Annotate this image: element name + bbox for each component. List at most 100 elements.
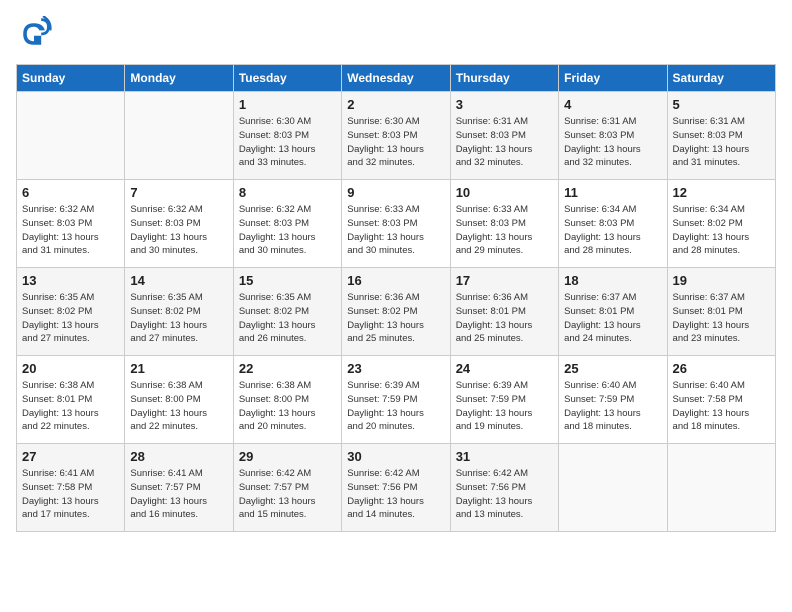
day-number: 22	[239, 361, 336, 376]
day-info: Sunrise: 6:38 AM Sunset: 8:00 PM Dayligh…	[130, 379, 227, 434]
day-info: Sunrise: 6:30 AM Sunset: 8:03 PM Dayligh…	[347, 115, 444, 170]
day-info: Sunrise: 6:40 AM Sunset: 7:58 PM Dayligh…	[673, 379, 770, 434]
day-number: 19	[673, 273, 770, 288]
calendar-cell: 21 Sunrise: 6:38 AM Sunset: 8:00 PM Dayli…	[125, 356, 233, 444]
day-number: 3	[456, 97, 553, 112]
calendar-cell: 20 Sunrise: 6:38 AM Sunset: 8:01 PM Dayli…	[17, 356, 125, 444]
calendar-cell: 23 Sunrise: 6:39 AM Sunset: 7:59 PM Dayli…	[342, 356, 450, 444]
day-number: 15	[239, 273, 336, 288]
day-info: Sunrise: 6:32 AM Sunset: 8:03 PM Dayligh…	[239, 203, 336, 258]
calendar-cell: 7 Sunrise: 6:32 AM Sunset: 8:03 PM Daylig…	[125, 180, 233, 268]
day-info: Sunrise: 6:39 AM Sunset: 7:59 PM Dayligh…	[347, 379, 444, 434]
day-number: 30	[347, 449, 444, 464]
weekday-header: Friday	[559, 65, 667, 92]
calendar-table: SundayMondayTuesdayWednesdayThursdayFrid…	[16, 64, 776, 532]
day-info: Sunrise: 6:36 AM Sunset: 8:02 PM Dayligh…	[347, 291, 444, 346]
calendar-cell: 4 Sunrise: 6:31 AM Sunset: 8:03 PM Daylig…	[559, 92, 667, 180]
calendar-cell: 11Sunrise: 6:34 AM Sunset: 8:03 PM Dayli…	[559, 180, 667, 268]
calendar-cell: 29 Sunrise: 6:42 AM Sunset: 7:57 PM Dayli…	[233, 444, 341, 532]
day-number: 20	[22, 361, 119, 376]
weekday-header: Sunday	[17, 65, 125, 92]
calendar-cell: 2 Sunrise: 6:30 AM Sunset: 8:03 PM Daylig…	[342, 92, 450, 180]
day-number: 13	[22, 273, 119, 288]
day-number: 29	[239, 449, 336, 464]
calendar-cell: 17 Sunrise: 6:36 AM Sunset: 8:01 PM Dayli…	[450, 268, 558, 356]
day-info: Sunrise: 6:38 AM Sunset: 8:00 PM Dayligh…	[239, 379, 336, 434]
day-info: Sunrise: 6:33 AM Sunset: 8:03 PM Dayligh…	[347, 203, 444, 258]
day-info: Sunrise: 6:42 AM Sunset: 7:56 PM Dayligh…	[347, 467, 444, 522]
calendar-cell: 13 Sunrise: 6:35 AM Sunset: 8:02 PM Dayli…	[17, 268, 125, 356]
day-number: 10	[456, 185, 553, 200]
calendar-cell: 27Sunrise: 6:41 AM Sunset: 7:58 PM Dayli…	[17, 444, 125, 532]
day-info: Sunrise: 6:31 AM Sunset: 8:03 PM Dayligh…	[564, 115, 661, 170]
day-number: 14	[130, 273, 227, 288]
day-info: Sunrise: 6:32 AM Sunset: 8:03 PM Dayligh…	[22, 203, 119, 258]
weekday-header: Tuesday	[233, 65, 341, 92]
calendar-week-row: 20 Sunrise: 6:38 AM Sunset: 8:01 PM Dayli…	[17, 356, 776, 444]
day-info: Sunrise: 6:32 AM Sunset: 8:03 PM Dayligh…	[130, 203, 227, 258]
day-number: 31	[456, 449, 553, 464]
day-number: 16	[347, 273, 444, 288]
day-info: Sunrise: 6:35 AM Sunset: 8:02 PM Dayligh…	[239, 291, 336, 346]
calendar-cell	[125, 92, 233, 180]
day-info: Sunrise: 6:36 AM Sunset: 8:01 PM Dayligh…	[456, 291, 553, 346]
calendar-week-row: 13 Sunrise: 6:35 AM Sunset: 8:02 PM Dayli…	[17, 268, 776, 356]
day-number: 23	[347, 361, 444, 376]
day-number: 7	[130, 185, 227, 200]
day-number: 24	[456, 361, 553, 376]
calendar-cell: 6 Sunrise: 6:32 AM Sunset: 8:03 PM Daylig…	[17, 180, 125, 268]
calendar-cell: 14 Sunrise: 6:35 AM Sunset: 8:02 PM Dayli…	[125, 268, 233, 356]
calendar-cell: 15 Sunrise: 6:35 AM Sunset: 8:02 PM Dayli…	[233, 268, 341, 356]
calendar-cell: 8 Sunrise: 6:32 AM Sunset: 8:03 PM Daylig…	[233, 180, 341, 268]
day-info: Sunrise: 6:34 AM Sunset: 8:03 PM Dayligh…	[564, 203, 661, 258]
day-info: Sunrise: 6:35 AM Sunset: 8:02 PM Dayligh…	[22, 291, 119, 346]
calendar-cell: 30 Sunrise: 6:42 AM Sunset: 7:56 PM Dayli…	[342, 444, 450, 532]
weekday-header: Saturday	[667, 65, 775, 92]
day-info: Sunrise: 6:42 AM Sunset: 7:56 PM Dayligh…	[456, 467, 553, 522]
day-number: 21	[130, 361, 227, 376]
logo-icon	[16, 16, 52, 52]
day-info: Sunrise: 6:40 AM Sunset: 7:59 PM Dayligh…	[564, 379, 661, 434]
weekday-header-row: SundayMondayTuesdayWednesdayThursdayFrid…	[17, 65, 776, 92]
calendar-cell: 5Sunrise: 6:31 AM Sunset: 8:03 PM Daylig…	[667, 92, 775, 180]
day-info: Sunrise: 6:34 AM Sunset: 8:02 PM Dayligh…	[673, 203, 770, 258]
day-info: Sunrise: 6:37 AM Sunset: 8:01 PM Dayligh…	[673, 291, 770, 346]
day-number: 17	[456, 273, 553, 288]
day-number: 8	[239, 185, 336, 200]
calendar-cell: 12 Sunrise: 6:34 AM Sunset: 8:02 PM Dayli…	[667, 180, 775, 268]
day-number: 6	[22, 185, 119, 200]
day-info: Sunrise: 6:42 AM Sunset: 7:57 PM Dayligh…	[239, 467, 336, 522]
calendar-cell	[17, 92, 125, 180]
logo	[16, 16, 58, 52]
day-number: 27	[22, 449, 119, 464]
calendar-cell: 18Sunrise: 6:37 AM Sunset: 8:01 PM Dayli…	[559, 268, 667, 356]
day-info: Sunrise: 6:41 AM Sunset: 7:57 PM Dayligh…	[130, 467, 227, 522]
calendar-week-row: 27Sunrise: 6:41 AM Sunset: 7:58 PM Dayli…	[17, 444, 776, 532]
day-number: 4	[564, 97, 661, 112]
day-number: 28	[130, 449, 227, 464]
weekday-header: Wednesday	[342, 65, 450, 92]
day-number: 5	[673, 97, 770, 112]
calendar-cell: 28 Sunrise: 6:41 AM Sunset: 7:57 PM Dayli…	[125, 444, 233, 532]
calendar-cell: 31 Sunrise: 6:42 AM Sunset: 7:56 PM Dayli…	[450, 444, 558, 532]
calendar-cell	[667, 444, 775, 532]
day-info: Sunrise: 6:30 AM Sunset: 8:03 PM Dayligh…	[239, 115, 336, 170]
day-info: Sunrise: 6:38 AM Sunset: 8:01 PM Dayligh…	[22, 379, 119, 434]
calendar-cell: 19 Sunrise: 6:37 AM Sunset: 8:01 PM Dayli…	[667, 268, 775, 356]
weekday-header: Monday	[125, 65, 233, 92]
calendar-week-row: 1 Sunrise: 6:30 AM Sunset: 8:03 PM Daylig…	[17, 92, 776, 180]
day-number: 2	[347, 97, 444, 112]
calendar-week-row: 6 Sunrise: 6:32 AM Sunset: 8:03 PM Daylig…	[17, 180, 776, 268]
calendar-cell: 1 Sunrise: 6:30 AM Sunset: 8:03 PM Daylig…	[233, 92, 341, 180]
day-number: 1	[239, 97, 336, 112]
day-number: 12	[673, 185, 770, 200]
day-number: 25	[564, 361, 661, 376]
weekday-header: Thursday	[450, 65, 558, 92]
page-header	[16, 16, 776, 52]
calendar-cell: 9Sunrise: 6:33 AM Sunset: 8:03 PM Daylig…	[342, 180, 450, 268]
calendar-cell: 22 Sunrise: 6:38 AM Sunset: 8:00 PM Dayli…	[233, 356, 341, 444]
calendar-cell: 26 Sunrise: 6:40 AM Sunset: 7:58 PM Dayli…	[667, 356, 775, 444]
calendar-cell	[559, 444, 667, 532]
day-info: Sunrise: 6:35 AM Sunset: 8:02 PM Dayligh…	[130, 291, 227, 346]
day-number: 26	[673, 361, 770, 376]
